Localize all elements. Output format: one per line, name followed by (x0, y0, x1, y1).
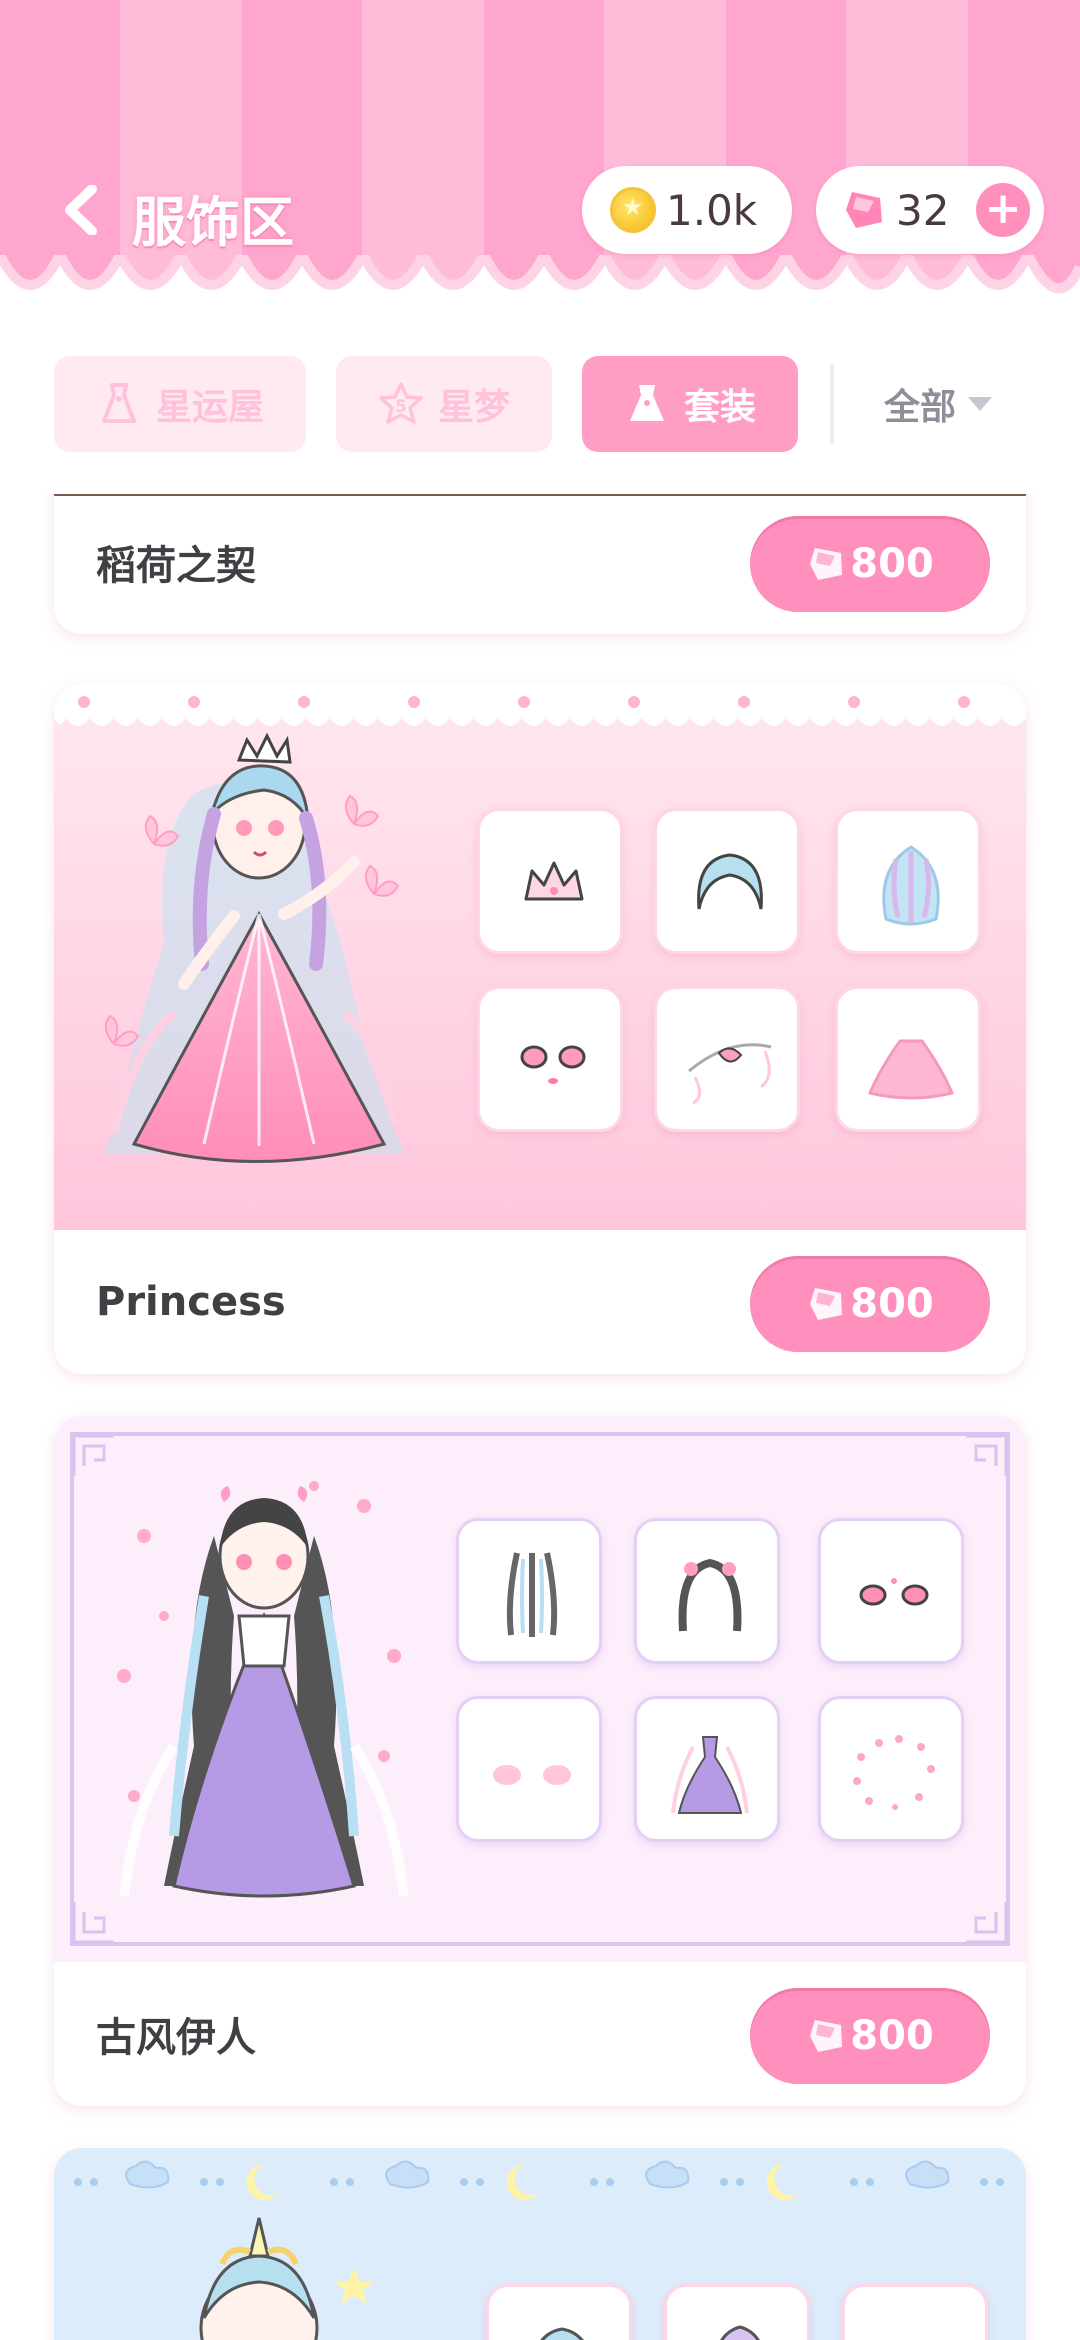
item-slot[interactable] (486, 2284, 632, 2340)
chevron-down-icon (968, 397, 993, 411)
hair-back-icon (506, 1552, 558, 1637)
hair-back-icon (882, 845, 940, 926)
item-slot[interactable] (835, 986, 981, 1132)
star-badge-icon: 5 (379, 382, 423, 424)
petals-icon (853, 1735, 935, 1810)
back-arrow-icon[interactable] (62, 185, 102, 235)
filter-dropdown[interactable]: 全部 (830, 356, 1080, 452)
accessory-icon (688, 1043, 772, 1105)
card-footer: Princess 800 (54, 1230, 1026, 1374)
price: 800 (850, 2013, 934, 2059)
item-grid (54, 1416, 1026, 1962)
item-slot[interactable] (835, 808, 981, 954)
card-footer: 稻荷之契 800 (54, 494, 1026, 634)
add-gems-button[interactable]: + (976, 183, 1030, 237)
tab-label: 套装 (683, 387, 756, 428)
item-slot[interactable] (477, 986, 623, 1132)
eyes-icon (520, 1045, 586, 1084)
hair-icon (540, 2327, 584, 2340)
coin-balance: 1.0k (582, 166, 792, 254)
item-slot[interactable] (818, 1518, 964, 1664)
outfit-name: Princess (96, 1279, 286, 1325)
outfit-name: 古风伊人 (96, 2015, 256, 2061)
item-grid (54, 2148, 1026, 2340)
dress-icon (671, 1736, 749, 1814)
eyes-icon (859, 1578, 929, 1606)
filter-divider (830, 364, 834, 444)
hair-front-icon (697, 853, 763, 910)
item-slot[interactable] (654, 808, 800, 954)
filter-label: 全部 (884, 387, 957, 428)
gem-balance: 32 + (816, 166, 1044, 254)
tab-xingyunwu[interactable]: 星运屋 (54, 356, 306, 452)
tab-label: 星运屋 (155, 387, 264, 428)
outfit-card[interactable] (54, 2148, 1026, 2340)
hair-front-icon (678, 1558, 742, 1632)
outfit-card[interactable]: 稻荷之契 800 (54, 494, 1026, 634)
tab-xingmeng[interactable]: 5 星梦 (336, 356, 552, 452)
gem-icon (810, 548, 843, 580)
buy-button[interactable]: 800 (750, 516, 990, 612)
item-slot[interactable] (818, 1696, 964, 1842)
gem-icon (846, 192, 882, 228)
crown-icon (524, 861, 584, 901)
item-slot[interactable] (634, 1518, 780, 1664)
category-tabs: 星运屋 5 星梦 套装 全部 (0, 332, 1080, 492)
gem-icon (810, 1288, 843, 1320)
outfit-card[interactable]: Princess 800 (54, 684, 1026, 1374)
dress-icon (101, 383, 136, 423)
list-top-divider (54, 494, 1026, 496)
outfit-card[interactable]: 古风伊人 800 (54, 1416, 1026, 2106)
item-grid (54, 684, 1026, 1230)
coin-amount: 1.0k (666, 185, 758, 235)
buy-button[interactable]: 800 (750, 1988, 990, 2084)
item-slot[interactable] (842, 2284, 988, 2340)
star-badge-number: 5 (395, 397, 407, 417)
gem-icon (810, 2020, 843, 2052)
item-slot[interactable] (456, 1696, 602, 1842)
gem-amount: 32 (896, 185, 950, 235)
eyes-icon (863, 2305, 973, 2340)
outfit-icon (629, 385, 664, 421)
item-slot[interactable] (477, 808, 623, 954)
page-title: 服饰区 (132, 191, 294, 254)
price: 800 (850, 541, 934, 587)
item-slot[interactable] (654, 986, 800, 1132)
awning-scallops (0, 255, 1080, 320)
tab-label: 星梦 (437, 387, 510, 428)
outfit-list[interactable]: 稻荷之契 800 Princess 800 古风伊人 800 (0, 494, 1080, 2340)
tab-taozhuang[interactable]: 套装 (582, 356, 798, 452)
blush-icon (493, 1765, 571, 1785)
skirt-icon (867, 1039, 955, 1100)
item-slot[interactable] (456, 1518, 602, 1664)
card-footer: 古风伊人 800 (54, 1962, 1026, 2106)
item-slot[interactable] (664, 2284, 810, 2340)
item-slot[interactable] (634, 1696, 780, 1842)
outfit-name: 稻荷之契 (96, 543, 256, 589)
coin-icon (610, 187, 656, 233)
price: 800 (850, 1281, 934, 1327)
buy-button[interactable]: 800 (750, 1256, 990, 1352)
hair-icon (720, 2325, 760, 2340)
header-awning: 服饰区 1.0k 32 + (0, 0, 1080, 320)
